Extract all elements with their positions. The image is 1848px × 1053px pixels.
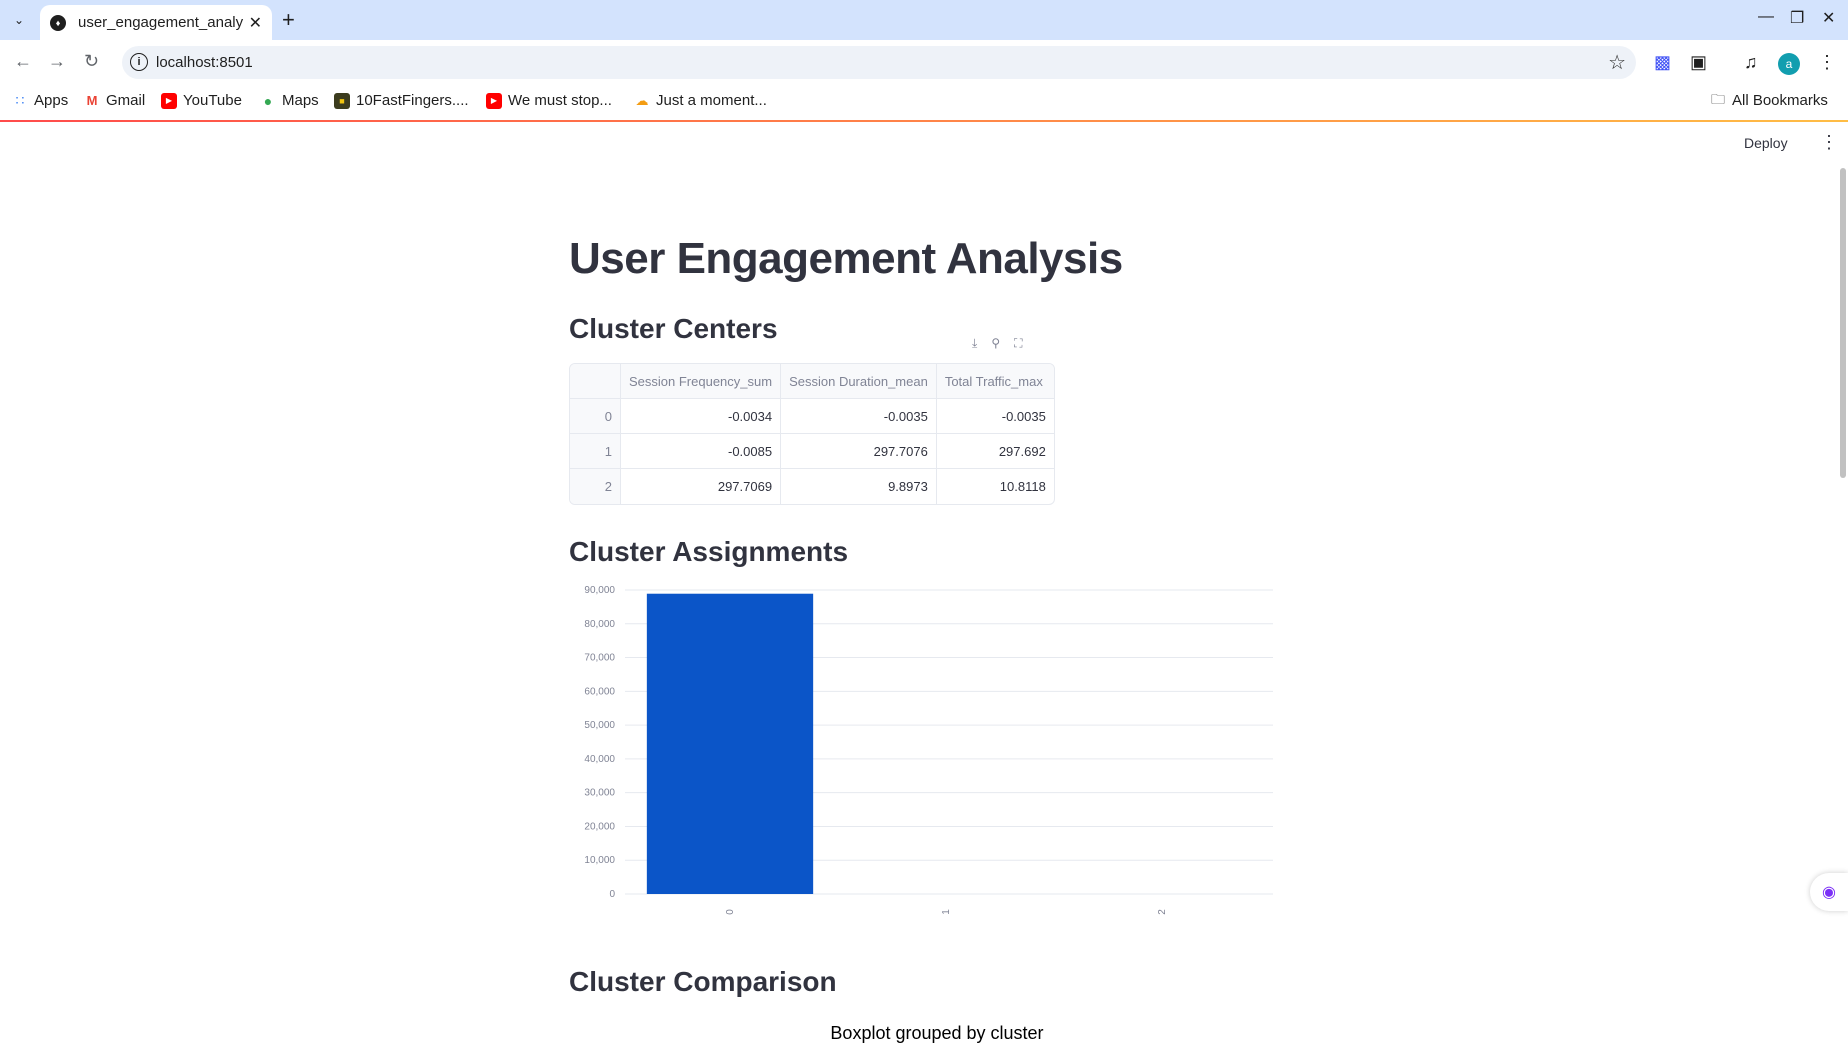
bookmark-10fastfingers[interactable]: ■ 10FastFingers.... xyxy=(334,92,469,109)
cluster-centers-table[interactable]: Session Frequency_sum Session Duration_m… xyxy=(569,363,1055,505)
new-tab-button[interactable]: + xyxy=(282,7,295,33)
y-tick-label: 90,000 xyxy=(584,585,615,596)
x-tick-label: 0 xyxy=(725,909,736,915)
table-row: 1 -0.0085 297.7076 297.692 xyxy=(570,434,1054,469)
table-cell[interactable]: 10.8118 xyxy=(937,469,1054,504)
column-header[interactable]: Session Frequency_sum xyxy=(621,364,782,399)
url-text: localhost:8501 xyxy=(156,54,253,71)
cluster-assignments-chart[interactable]: 90,000 80,000 70,000 60,000 50,000 40,000 30,0… xyxy=(560,580,1280,940)
y-tick-label: 50,000 xyxy=(584,720,615,731)
search-icon[interactable]: ⚲ xyxy=(991,336,1000,351)
bar[interactable] xyxy=(646,593,814,894)
folder-icon: 🗀 xyxy=(1711,90,1725,107)
bookmark-label: 10FastFingers.... xyxy=(356,92,469,109)
all-bookmarks[interactable]: 🗀 All Bookmarks xyxy=(1710,90,1828,110)
row-index: 1 xyxy=(570,434,621,469)
cloud-icon: ☁ xyxy=(635,92,649,108)
download-icon[interactable]: ⤓ xyxy=(972,336,977,351)
column-header[interactable]: Session Duration_mean xyxy=(781,364,937,399)
table-header-row: Session Frequency_sum Session Duration_m… xyxy=(570,364,1054,399)
tab-title: user_engagement_analy xyxy=(78,14,244,31)
row-index: 2 xyxy=(570,469,621,504)
youtube-icon: ▶ xyxy=(486,92,502,109)
table-cell[interactable]: 9.8973 xyxy=(781,469,937,504)
bookmark-label: Maps xyxy=(282,92,319,109)
table-row: 0 -0.0034 -0.0035 -0.0035 xyxy=(570,399,1054,434)
apps-grid-icon: ∷ xyxy=(15,92,25,108)
extension-cast-icon[interactable]: ▩ xyxy=(1654,52,1671,73)
table-cell[interactable]: -0.0035 xyxy=(936,399,1054,434)
y-tick-label: 40,000 xyxy=(584,754,615,765)
window-close-icon[interactable]: ✕ xyxy=(1822,8,1835,28)
streamlit-favicon-icon: ♦ xyxy=(50,14,66,31)
youtube-icon: ▶ xyxy=(161,92,177,109)
y-tick-label: 70,000 xyxy=(584,653,615,664)
table-cell[interactable]: 297.692 xyxy=(936,434,1054,469)
y-tick-label: 0 xyxy=(609,889,615,900)
bookmark-label: Apps xyxy=(34,92,69,109)
bookmark-label: All Bookmarks xyxy=(1732,92,1828,109)
minimize-icon[interactable]: — xyxy=(1758,8,1774,26)
section-cluster-centers: Cluster Centers xyxy=(569,313,778,344)
reload-icon[interactable]: ↻ xyxy=(84,51,99,72)
column-header[interactable]: Total Traffic_max xyxy=(936,364,1054,399)
bookmark-we-must-stop[interactable]: ▶ We must stop... xyxy=(486,92,612,109)
x-tick-label: 2 xyxy=(1157,909,1168,915)
tab-strip: ⌄ ♦ user_engagement_analy ✕ + — ❐ ✕ xyxy=(0,0,1848,40)
deploy-button[interactable]: Deploy xyxy=(1744,135,1788,151)
site-info-icon[interactable]: i xyxy=(130,53,148,71)
extensions-puzzle-icon[interactable]: ▣ xyxy=(1690,52,1707,73)
main-menu-icon[interactable]: ⋮ xyxy=(1820,132,1838,153)
bookmark-youtube[interactable]: ▶ YouTube xyxy=(161,92,242,109)
tab-search-chevron-icon[interactable]: ⌄ xyxy=(8,9,30,31)
table-cell[interactable]: -0.0035 xyxy=(781,399,937,434)
section-cluster-assignments: Cluster Assignments xyxy=(569,536,849,567)
bookmark-star-icon[interactable]: ☆ xyxy=(1608,50,1626,75)
restore-icon[interactable]: ❐ xyxy=(1790,8,1804,28)
10fastfingers-icon: ■ xyxy=(334,92,350,109)
bookmark-gmail[interactable]: M Gmail xyxy=(84,92,146,109)
boxplot-title: Boxplot grouped by cluster xyxy=(830,1023,1044,1043)
bookmark-apps[interactable]: ∷ Apps xyxy=(12,92,69,109)
bookmark-label: Just a moment... xyxy=(656,92,767,109)
assistant-widget-icon[interactable]: ◉ xyxy=(1810,873,1848,911)
bookmark-label: We must stop... xyxy=(508,92,612,109)
table-cell[interactable]: -0.0034 xyxy=(621,399,782,434)
table-cell[interactable]: 297.7076 xyxy=(781,434,937,469)
dataframe-toolbar: ⤓ ⚲ ⛶ xyxy=(972,336,1023,351)
page-scrollbar[interactable] xyxy=(1840,168,1846,478)
page-title: User Engagement Analysis xyxy=(569,234,1123,283)
browser-menu-icon[interactable]: ⋮ xyxy=(1818,52,1836,73)
y-tick-label: 60,000 xyxy=(584,686,615,697)
bookmark-label: Gmail xyxy=(106,92,146,109)
x-tick-label: 1 xyxy=(941,909,952,915)
table-cell[interactable]: 297.7069 xyxy=(621,469,782,504)
forward-icon[interactable]: → xyxy=(48,51,66,72)
y-tick-label: 30,000 xyxy=(584,788,615,799)
app-header: Deploy ⋮ xyxy=(0,122,1848,168)
section-cluster-comparison: Cluster Comparison xyxy=(569,966,837,997)
row-index: 0 xyxy=(570,399,621,434)
bookmarks-bar: ∷ Apps M Gmail ▶ YouTube ● Maps ■ 10Fast… xyxy=(0,84,1848,120)
bookmark-maps[interactable]: ● Maps xyxy=(260,92,319,109)
gmail-icon: M xyxy=(86,93,98,108)
profile-avatar[interactable]: a xyxy=(1778,53,1800,75)
back-icon[interactable]: ← xyxy=(14,51,32,72)
media-control-icon[interactable]: ♫ xyxy=(1744,52,1758,73)
tab-close-icon[interactable]: ✕ xyxy=(249,13,262,33)
active-tab[interactable]: ♦ user_engagement_analy ✕ xyxy=(40,5,272,40)
table-row: 2 297.7069 9.8973 10.8118 xyxy=(570,469,1054,504)
table-cell[interactable]: -0.0085 xyxy=(621,434,782,469)
column-header[interactable] xyxy=(570,364,621,399)
bookmark-label: YouTube xyxy=(183,92,242,109)
y-tick-label: 10,000 xyxy=(584,855,615,866)
maps-pin-icon: ● xyxy=(263,92,273,109)
y-tick-label: 20,000 xyxy=(584,821,615,832)
bookmark-just-a-moment[interactable]: ☁ Just a moment... xyxy=(634,92,767,109)
fullscreen-icon[interactable]: ⛶ xyxy=(1014,336,1022,351)
y-tick-label: 80,000 xyxy=(584,619,615,630)
address-bar[interactable]: i localhost:8501 ☆ xyxy=(122,46,1636,79)
